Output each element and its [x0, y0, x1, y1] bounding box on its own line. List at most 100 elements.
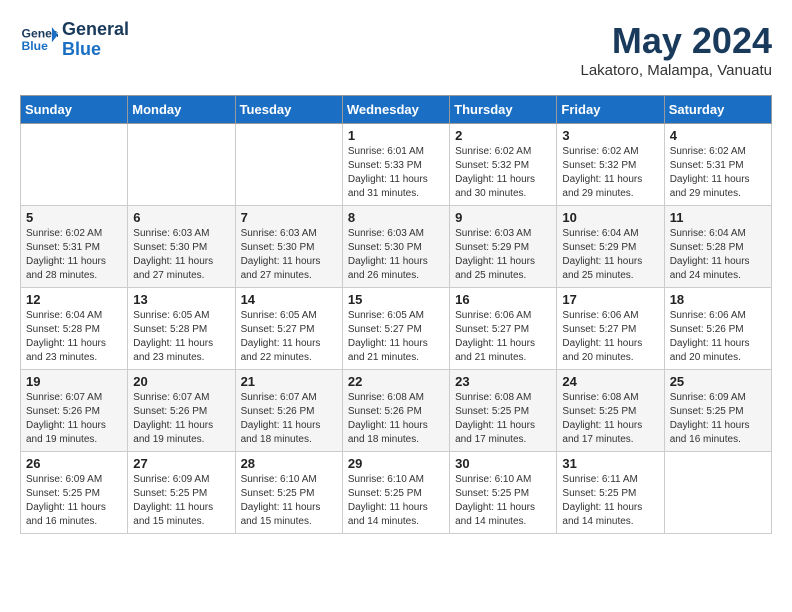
day-info: Sunrise: 6:06 AM Sunset: 5:27 PM Dayligh… — [562, 309, 658, 365]
day-info: Sunrise: 6:09 AM Sunset: 5:25 PM Dayligh… — [26, 473, 122, 529]
day-number: 16 — [455, 292, 551, 307]
day-info: Sunrise: 6:04 AM Sunset: 5:28 PM Dayligh… — [670, 227, 766, 283]
calendar-cell: 15 Sunrise: 6:05 AM Sunset: 5:27 PM Dayli… — [342, 288, 449, 370]
day-number: 13 — [133, 292, 229, 307]
day-number: 15 — [348, 292, 444, 307]
weekday-header-sunday: Sunday — [21, 96, 128, 124]
calendar-cell — [21, 124, 128, 206]
calendar-cell: 29Sunrise: 6:10 AM Sunset: 5:25 PM Dayli… — [342, 452, 449, 534]
logo-blue: Blue — [62, 40, 129, 60]
calendar-cell: 7 Sunrise: 6:03 AM Sunset: 5:30 PM Daylig… — [235, 206, 342, 288]
day-number: 27 — [133, 456, 229, 471]
day-number: 4 — [670, 128, 766, 143]
day-number: 24 — [562, 374, 658, 389]
calendar-cell: 26 Sunrise: 6:09 AM Sunset: 5:25 PM Dayli… — [21, 452, 128, 534]
day-number: 23 — [455, 374, 551, 389]
calendar-week-3: 12 Sunrise: 6:04 AM Sunset: 5:28 PM Dayli… — [21, 288, 772, 370]
calendar-week-4: 19 Sunrise: 6:07 AM Sunset: 5:26 PM Dayli… — [21, 370, 772, 452]
svg-text:Blue: Blue — [22, 39, 49, 53]
day-info: Sunrise: 6:11 AM Sunset: 5:25 PM Dayligh… — [562, 473, 658, 529]
calendar-cell: 17Sunrise: 6:06 AM Sunset: 5:27 PM Dayli… — [557, 288, 664, 370]
calendar-cell: 30Sunrise: 6:10 AM Sunset: 5:25 PM Dayli… — [450, 452, 557, 534]
day-number: 20 — [133, 374, 229, 389]
calendar-table: SundayMondayTuesdayWednesdayThursdayFrid… — [20, 95, 772, 534]
calendar-cell: 23 Sunrise: 6:08 AM Sunset: 5:25 PM Dayli… — [450, 370, 557, 452]
calendar-cell: 18 Sunrise: 6:06 AM Sunset: 5:26 PM Dayli… — [664, 288, 771, 370]
day-number: 8 — [348, 210, 444, 225]
calendar-cell — [235, 124, 342, 206]
weekday-header-thursday: Thursday — [450, 96, 557, 124]
location: Lakatoro, Malampa, Vanuatu — [580, 62, 772, 79]
calendar-cell: 21Sunrise: 6:07 AM Sunset: 5:26 PM Dayli… — [235, 370, 342, 452]
day-number: 19 — [26, 374, 122, 389]
calendar-cell — [128, 124, 235, 206]
day-info: Sunrise: 6:08 AM Sunset: 5:25 PM Dayligh… — [455, 391, 551, 447]
month-title: May 2024 — [580, 20, 772, 62]
day-info: Sunrise: 6:07 AM Sunset: 5:26 PM Dayligh… — [26, 391, 122, 447]
day-info: Sunrise: 6:04 AM Sunset: 5:28 PM Dayligh… — [26, 309, 122, 365]
calendar-cell: 10 Sunrise: 6:04 AM Sunset: 5:29 PM Dayli… — [557, 206, 664, 288]
calendar-week-2: 5Sunrise: 6:02 AM Sunset: 5:31 PM Daylig… — [21, 206, 772, 288]
day-number: 18 — [670, 292, 766, 307]
day-number: 22 — [348, 374, 444, 389]
day-info: Sunrise: 6:01 AM Sunset: 5:33 PM Dayligh… — [348, 145, 444, 201]
weekday-header-wednesday: Wednesday — [342, 96, 449, 124]
day-number: 29 — [348, 456, 444, 471]
day-number: 12 — [26, 292, 122, 307]
day-info: Sunrise: 6:03 AM Sunset: 5:29 PM Dayligh… — [455, 227, 551, 283]
weekday-header-row: SundayMondayTuesdayWednesdayThursdayFrid… — [21, 96, 772, 124]
calendar-cell: 13 Sunrise: 6:05 AM Sunset: 5:28 PM Dayli… — [128, 288, 235, 370]
weekday-header-saturday: Saturday — [664, 96, 771, 124]
calendar-cell: 24 Sunrise: 6:08 AM Sunset: 5:25 PM Dayli… — [557, 370, 664, 452]
day-info: Sunrise: 6:04 AM Sunset: 5:29 PM Dayligh… — [562, 227, 658, 283]
day-info: Sunrise: 6:06 AM Sunset: 5:27 PM Dayligh… — [455, 309, 551, 365]
calendar-cell: 6 Sunrise: 6:03 AM Sunset: 5:30 PM Daylig… — [128, 206, 235, 288]
page-header: General Blue General Blue May 2024 Lakat… — [20, 20, 772, 79]
calendar-cell: 2 Sunrise: 6:02 AM Sunset: 5:32 PM Daylig… — [450, 124, 557, 206]
day-number: 26 — [26, 456, 122, 471]
day-number: 2 — [455, 128, 551, 143]
calendar-cell — [664, 452, 771, 534]
calendar-cell: 4Sunrise: 6:02 AM Sunset: 5:31 PM Daylig… — [664, 124, 771, 206]
calendar-cell: 14Sunrise: 6:05 AM Sunset: 5:27 PM Dayli… — [235, 288, 342, 370]
day-number: 6 — [133, 210, 229, 225]
day-info: Sunrise: 6:10 AM Sunset: 5:25 PM Dayligh… — [241, 473, 337, 529]
calendar-cell: 27 Sunrise: 6:09 AM Sunset: 5:25 PM Dayli… — [128, 452, 235, 534]
day-info: Sunrise: 6:02 AM Sunset: 5:32 PM Dayligh… — [562, 145, 658, 201]
calendar-cell: 1 Sunrise: 6:01 AM Sunset: 5:33 PM Daylig… — [342, 124, 449, 206]
day-info: Sunrise: 6:02 AM Sunset: 5:32 PM Dayligh… — [455, 145, 551, 201]
day-number: 1 — [348, 128, 444, 143]
day-info: Sunrise: 6:05 AM Sunset: 5:28 PM Dayligh… — [133, 309, 229, 365]
day-info: Sunrise: 6:08 AM Sunset: 5:25 PM Dayligh… — [562, 391, 658, 447]
day-number: 14 — [241, 292, 337, 307]
day-number: 30 — [455, 456, 551, 471]
day-info: Sunrise: 6:09 AM Sunset: 5:25 PM Dayligh… — [670, 391, 766, 447]
day-info: Sunrise: 6:02 AM Sunset: 5:31 PM Dayligh… — [26, 227, 122, 283]
day-info: Sunrise: 6:03 AM Sunset: 5:30 PM Dayligh… — [348, 227, 444, 283]
day-info: Sunrise: 6:09 AM Sunset: 5:25 PM Dayligh… — [133, 473, 229, 529]
weekday-header-monday: Monday — [128, 96, 235, 124]
calendar-cell: 3 Sunrise: 6:02 AM Sunset: 5:32 PM Daylig… — [557, 124, 664, 206]
day-info: Sunrise: 6:03 AM Sunset: 5:30 PM Dayligh… — [241, 227, 337, 283]
day-info: Sunrise: 6:03 AM Sunset: 5:30 PM Dayligh… — [133, 227, 229, 283]
logo-general: General — [62, 20, 129, 40]
day-number: 9 — [455, 210, 551, 225]
calendar-cell: 5Sunrise: 6:02 AM Sunset: 5:31 PM Daylig… — [21, 206, 128, 288]
title-block: May 2024 Lakatoro, Malampa, Vanuatu — [580, 20, 772, 79]
day-info: Sunrise: 6:06 AM Sunset: 5:26 PM Dayligh… — [670, 309, 766, 365]
calendar-cell: 31 Sunrise: 6:11 AM Sunset: 5:25 PM Dayli… — [557, 452, 664, 534]
calendar-cell: 25 Sunrise: 6:09 AM Sunset: 5:25 PM Dayli… — [664, 370, 771, 452]
calendar-cell: 8 Sunrise: 6:03 AM Sunset: 5:30 PM Daylig… — [342, 206, 449, 288]
logo: General Blue General Blue — [20, 20, 129, 60]
day-info: Sunrise: 6:05 AM Sunset: 5:27 PM Dayligh… — [348, 309, 444, 365]
calendar-cell: 28Sunrise: 6:10 AM Sunset: 5:25 PM Dayli… — [235, 452, 342, 534]
calendar-week-1: 1 Sunrise: 6:01 AM Sunset: 5:33 PM Daylig… — [21, 124, 772, 206]
day-number: 3 — [562, 128, 658, 143]
day-number: 31 — [562, 456, 658, 471]
calendar-cell: 12 Sunrise: 6:04 AM Sunset: 5:28 PM Dayli… — [21, 288, 128, 370]
day-number: 21 — [241, 374, 337, 389]
day-number: 10 — [562, 210, 658, 225]
day-number: 25 — [670, 374, 766, 389]
weekday-header-tuesday: Tuesday — [235, 96, 342, 124]
day-number: 7 — [241, 210, 337, 225]
